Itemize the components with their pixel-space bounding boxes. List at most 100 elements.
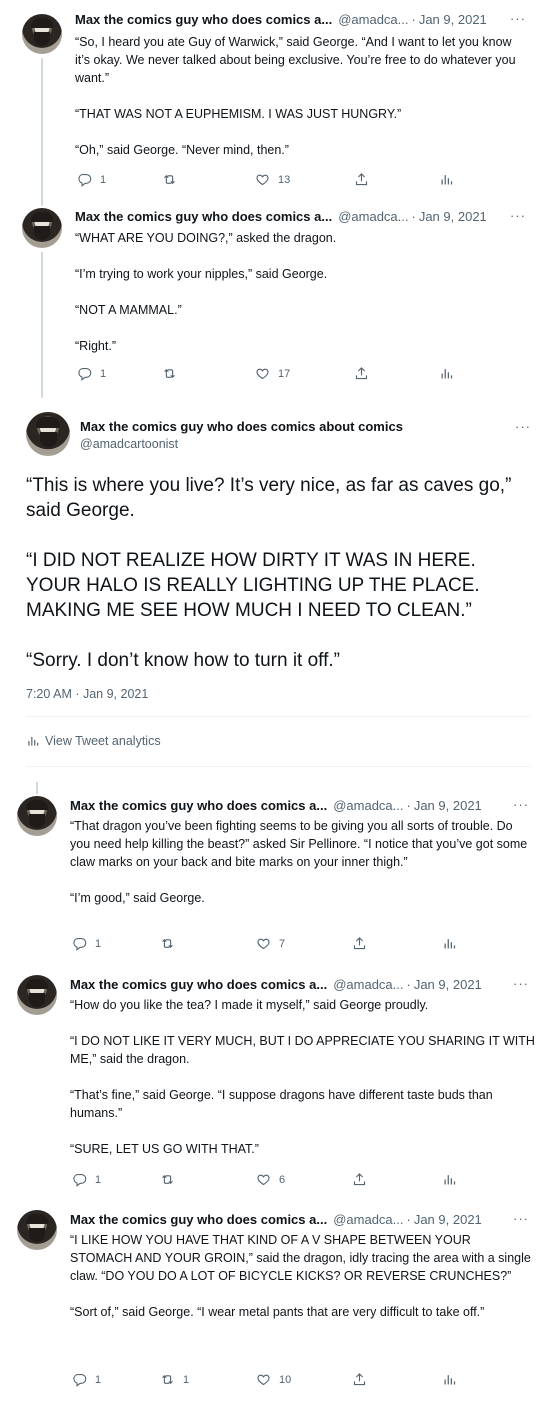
tweet-text: “I LIKE HOW YOU HAVE THAT KIND OF A V SH…: [70, 1233, 531, 1319]
tweet-date[interactable]: Jan 9, 2021: [414, 798, 482, 813]
tweet-header: Max the comics guy who does comics a... @…: [75, 209, 487, 224]
view-analytics-link[interactable]: View Tweet analytics: [26, 734, 161, 748]
retweet-button[interactable]: [160, 936, 183, 951]
share-button[interactable]: [354, 366, 369, 381]
reply-button[interactable]: 1: [72, 1172, 101, 1187]
share-button[interactable]: [352, 1172, 367, 1187]
action-bar: 1 1 10: [72, 1372, 502, 1388]
action-bar: 1 17: [77, 366, 507, 382]
heart-icon: [255, 366, 270, 381]
avatar[interactable]: [22, 14, 62, 54]
reply-tweet[interactable]: Max the comics guy who does comics a... @…: [0, 954, 549, 1190]
author-name[interactable]: Max the comics guy who does comics a...: [70, 798, 327, 813]
tweet-date[interactable]: Jan 9, 2021: [414, 977, 482, 992]
avatar[interactable]: [22, 208, 62, 248]
more-icon[interactable]: ···: [513, 977, 529, 991]
thread-connector: [41, 252, 43, 398]
tweet-text: “That dragon you’ve been fighting seems …: [70, 819, 528, 905]
author-handle[interactable]: @amadca...: [333, 1212, 403, 1227]
author-name[interactable]: Max the comics guy who does comics a...: [75, 12, 332, 27]
share-button[interactable]: [352, 936, 367, 951]
reply-button[interactable]: 1: [77, 366, 106, 381]
tweet-timestamp[interactable]: 7:20 AM · Jan 9, 2021: [26, 687, 148, 701]
retweet-icon: [160, 1172, 175, 1187]
main-tweet: Max the comics guy who does comics about…: [0, 398, 549, 778]
avatar[interactable]: [17, 1210, 57, 1250]
share-icon: [354, 172, 369, 187]
author-handle[interactable]: @amadca...: [338, 209, 408, 224]
reply-button[interactable]: 1: [72, 1372, 101, 1387]
author-handle[interactable]: @amadca...: [333, 798, 403, 813]
share-button[interactable]: [352, 1372, 367, 1387]
more-icon[interactable]: ···: [513, 798, 529, 812]
tweet-text: “WHAT ARE YOU DOING?,” asked the dragon.…: [75, 231, 337, 353]
tweet-text: “This is where you live? It’s very nice,…: [26, 475, 512, 671]
author-handle[interactable]: @amadcartoonist: [80, 437, 178, 451]
author-name[interactable]: Max the comics guy who does comics about…: [80, 419, 403, 434]
more-icon[interactable]: ···: [510, 209, 526, 223]
like-button[interactable]: 13: [255, 172, 290, 187]
like-button[interactable]: 17: [255, 366, 290, 381]
reply-icon: [77, 172, 92, 187]
more-icon[interactable]: ···: [510, 12, 526, 26]
reply-button[interactable]: 1: [72, 936, 101, 951]
avatar[interactable]: [17, 975, 57, 1015]
share-icon: [352, 1172, 367, 1187]
analytics-button[interactable]: [442, 1172, 457, 1187]
reply-button[interactable]: 1: [77, 172, 106, 187]
retweet-button[interactable]: [160, 1172, 183, 1187]
divider: [26, 716, 531, 717]
retweet-icon: [160, 936, 175, 951]
more-icon[interactable]: ···: [513, 1212, 529, 1226]
divider: [26, 766, 531, 767]
thread-connector: [41, 58, 43, 200]
author-handle[interactable]: @amadca...: [338, 12, 408, 27]
more-icon[interactable]: ···: [515, 420, 531, 434]
analytics-icon: [439, 172, 454, 187]
analytics-icon: [442, 1372, 457, 1387]
avatar[interactable]: [26, 412, 70, 456]
analytics-icon: [442, 1172, 457, 1187]
analytics-button[interactable]: [439, 366, 454, 381]
tweet-date[interactable]: Jan 9, 2021: [419, 209, 487, 224]
author-name[interactable]: Max the comics guy who does comics a...: [70, 1212, 327, 1227]
tweet-header: Max the comics guy who does comics a... @…: [75, 12, 487, 27]
reply-icon: [72, 936, 87, 951]
heart-icon: [256, 1372, 271, 1387]
analytics-icon: [439, 366, 454, 381]
tweet-header: Max the comics guy who does comics a... @…: [70, 1212, 482, 1227]
author-name[interactable]: Max the comics guy who does comics a...: [75, 209, 332, 224]
analytics-button[interactable]: [439, 172, 454, 187]
author-name[interactable]: Max the comics guy who does comics a...: [70, 977, 327, 992]
tweet-date[interactable]: Jan 9, 2021: [419, 12, 487, 27]
analytics-button[interactable]: [442, 1372, 457, 1387]
like-button[interactable]: 10: [256, 1372, 291, 1387]
tweet-header: Max the comics guy who does comics a... @…: [70, 798, 482, 813]
heart-icon: [256, 936, 271, 951]
analytics-button[interactable]: [442, 936, 457, 951]
retweet-button[interactable]: 1: [160, 1372, 189, 1387]
tweet-text: “So, I heard you ate Guy of Warwick,” sa…: [75, 35, 516, 157]
tweet-date[interactable]: Jan 9, 2021: [414, 1212, 482, 1227]
analytics-icon: [442, 936, 457, 951]
thread-tweet[interactable]: Max the comics guy who does comics a... @…: [0, 200, 549, 398]
analytics-icon: [26, 734, 40, 748]
reply-icon: [72, 1372, 87, 1387]
like-button[interactable]: 7: [256, 936, 285, 951]
retweet-button[interactable]: [162, 172, 185, 187]
retweet-icon: [162, 366, 177, 381]
tweet-header: Max the comics guy who does comics a... @…: [70, 977, 482, 992]
thread-connector: [41, 200, 43, 206]
reply-tweet[interactable]: Max the comics guy who does comics a... @…: [0, 1190, 549, 1419]
thread-connector: [36, 782, 38, 794]
retweet-button[interactable]: [162, 366, 185, 381]
author-handle[interactable]: @amadca...: [333, 977, 403, 992]
action-bar: 1 6: [72, 1172, 502, 1188]
retweet-icon: [162, 172, 177, 187]
like-button[interactable]: 6: [256, 1172, 285, 1187]
avatar[interactable]: [17, 796, 57, 836]
reply-tweet[interactable]: Max the comics guy who does comics a... @…: [0, 778, 549, 954]
reply-icon: [72, 1172, 87, 1187]
thread-tweet[interactable]: Max the comics guy who does comics a... @…: [0, 0, 549, 200]
share-button[interactable]: [354, 172, 369, 187]
